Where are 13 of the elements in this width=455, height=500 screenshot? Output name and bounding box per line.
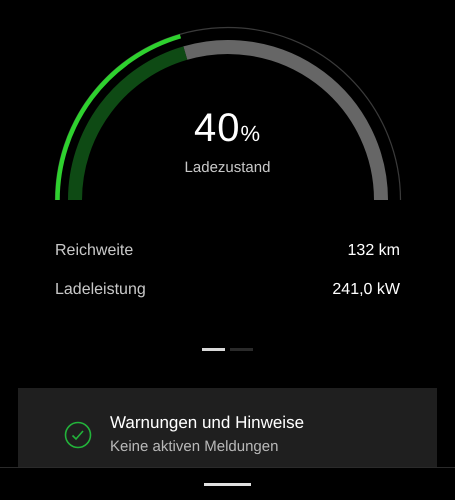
stat-value: 241,0 kW [332, 280, 400, 300]
notice-title: Warnungen und Hinweise [110, 412, 304, 434]
stat-label: Ladeleistung [55, 280, 146, 300]
notice-subtitle: Keine aktiven Meldungen [110, 436, 280, 456]
charge-label: Ladezustand [184, 158, 270, 178]
stat-label: Reichweite [55, 240, 134, 260]
check-circle-icon [64, 420, 92, 448]
stat-value: 132 km [348, 240, 400, 260]
page-indicator[interactable] [230, 348, 253, 351]
notice-card[interactable]: Warnungen und Hinweise Keine aktiven Meldungen [18, 388, 437, 467]
home-handle[interactable] [204, 483, 251, 486]
charge-percent: 40% [194, 105, 262, 152]
page-indicator[interactable] [202, 348, 225, 351]
